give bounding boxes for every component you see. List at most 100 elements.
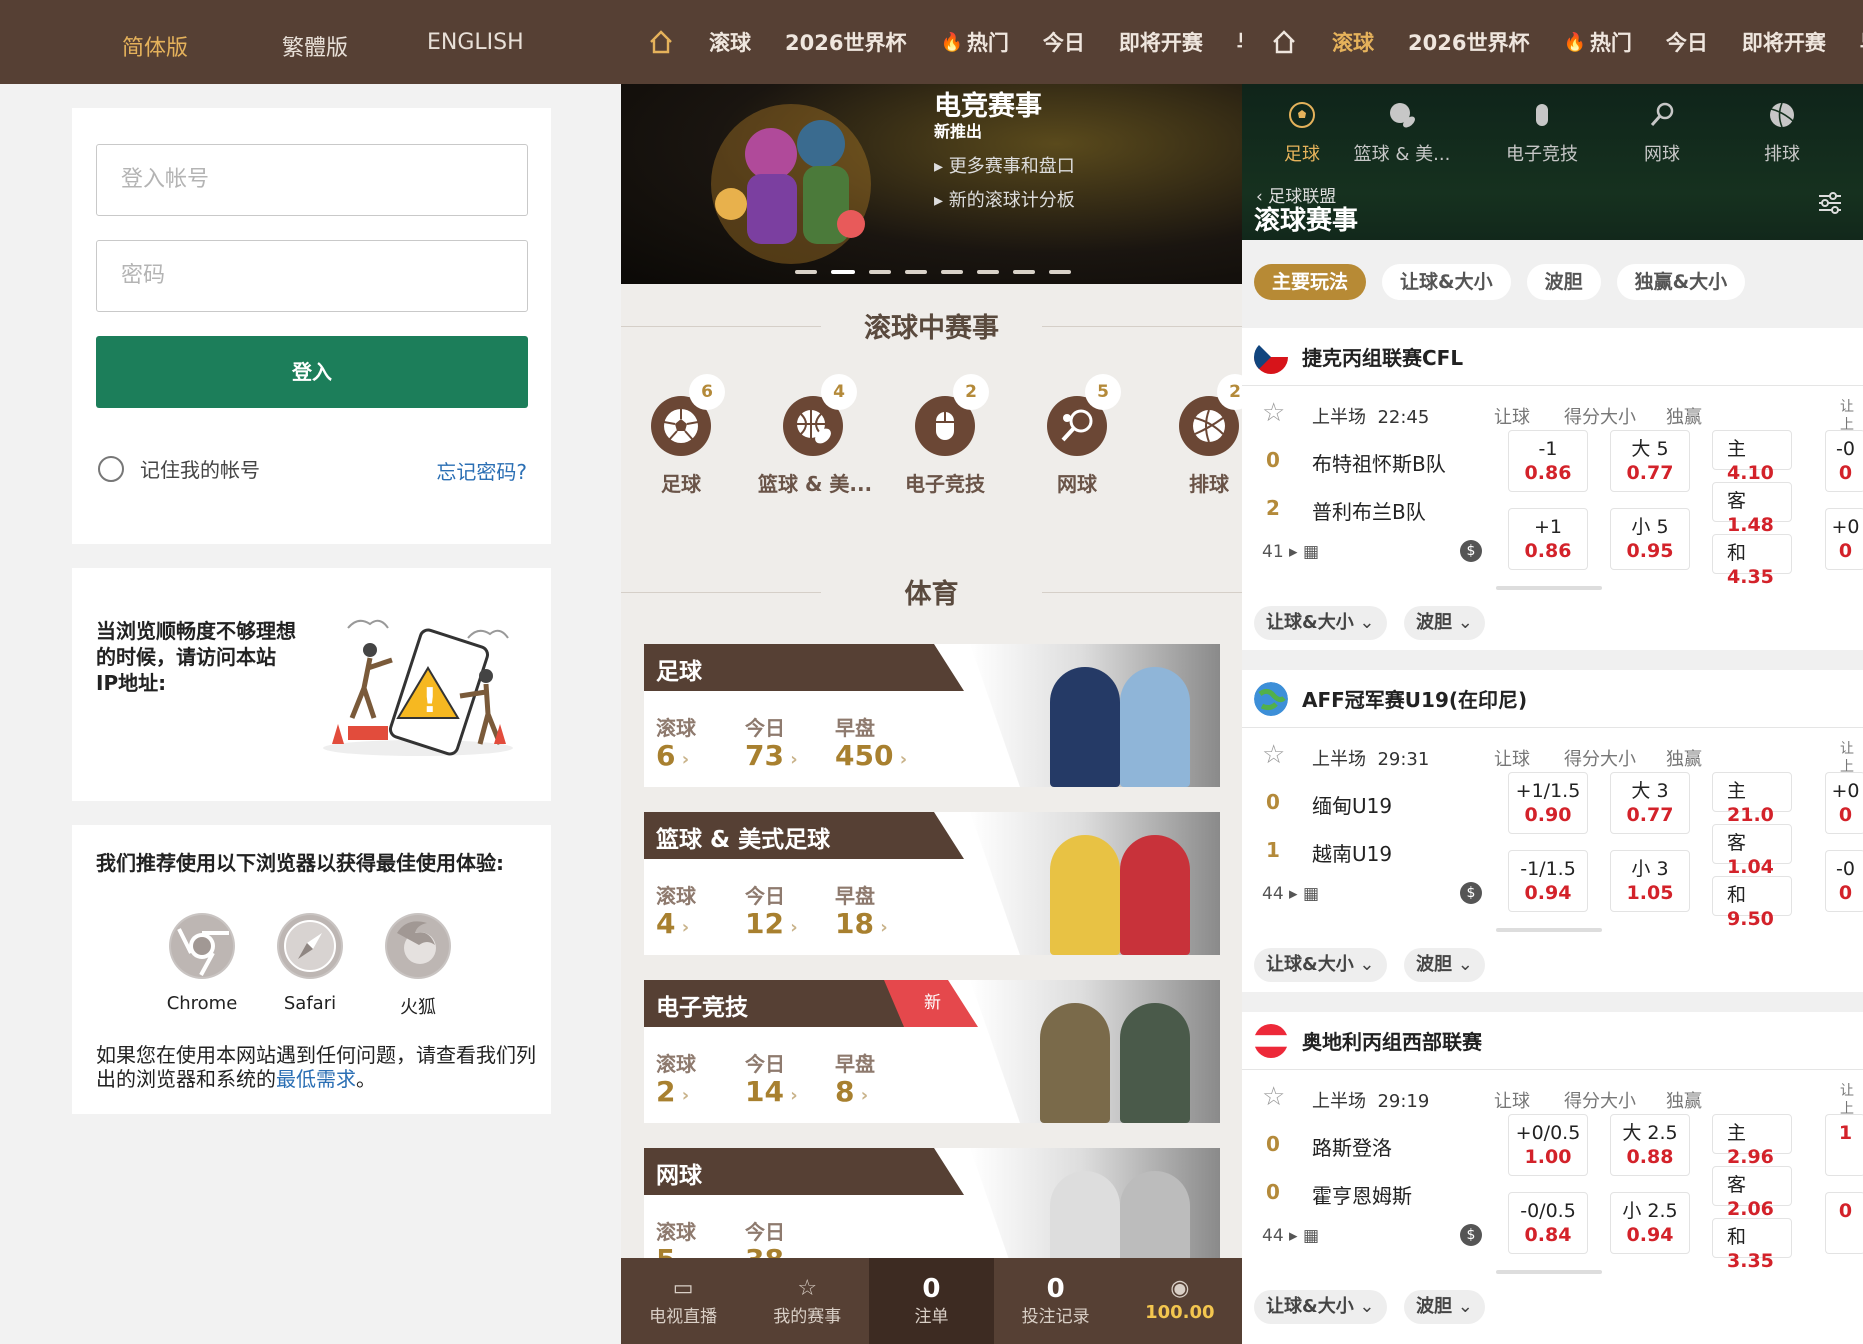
more-markets[interactable]: 44 ▸ ▦ (1262, 1226, 1319, 1246)
sports-section-title: 体育 (621, 572, 1242, 611)
carousel-dots[interactable] (795, 270, 1071, 274)
odds-extra-2[interactable]: -0 0 (1825, 850, 1863, 912)
nav-today[interactable]: 今日 (1666, 27, 1708, 57)
remember-radio[interactable] (98, 455, 124, 482)
odds-extra-1[interactable]: +0 0 (1825, 772, 1863, 834)
sport-card-esports[interactable]: 新 电子竞技 滚球2 今日14 早盘8 (644, 980, 1220, 1123)
home-icon[interactable] (647, 28, 675, 56)
chip-1x2-ou[interactable]: 独赢&大小 (1616, 264, 1746, 300)
browser-firefox[interactable]: 火狐 (373, 913, 463, 1019)
match-header: ☆ 上半场 29:31 让球 得分大小 独赢 让 上 (1242, 740, 1863, 775)
league-header[interactable]: 奥地利丙组西部联赛 (1242, 1012, 1863, 1070)
favorite-star-icon[interactable]: ☆ (1262, 740, 1285, 770)
odds-extra-2[interactable]: +0 0 (1825, 508, 1863, 570)
password-field[interactable]: 密码 (96, 240, 528, 312)
odds-scrollbar[interactable] (1496, 928, 1602, 932)
handicap-ou-dropdown[interactable]: 让球&大小 (1254, 606, 1387, 640)
odds-extra-1[interactable]: 1 (1825, 1114, 1863, 1176)
live-sport-volleyball[interactable]: 2 排球 (1154, 374, 1242, 497)
odds-under[interactable]: 小 2.5 0.94 (1610, 1192, 1690, 1254)
bet-slip-button[interactable]: 0注单 (869, 1258, 994, 1344)
tab-volleyball[interactable]: 排球 (1722, 100, 1842, 166)
odds-home-win[interactable]: 主2.96 (1712, 1114, 1792, 1168)
browser-safari[interactable]: Safari (265, 913, 355, 1014)
browser-chrome[interactable]: Chrome (157, 913, 247, 1014)
nav-hot[interactable]: 🔥 热门 (940, 27, 1008, 57)
chip-correct-score[interactable]: 波胆 (1526, 264, 1601, 300)
live-sport-tennis[interactable]: 5 网球 (1022, 374, 1132, 497)
live-sport-soccer[interactable]: 6 足球 (626, 374, 736, 497)
sport-card-soccer[interactable]: 足球 滚球6 今日73 早盘450 (644, 644, 1220, 787)
lang-english[interactable]: ENGLISH (427, 30, 524, 55)
tab-basketball[interactable]: 篮球 & 美... (1342, 100, 1462, 166)
handicap-ou-dropdown[interactable]: 让球&大小 (1254, 948, 1387, 982)
live-sport-basketball[interactable]: 4 篮球 & 美... (758, 374, 872, 497)
odds-handicap-away[interactable]: -1/1.5 0.94 (1508, 850, 1588, 912)
handicap-ou-dropdown[interactable]: 让球&大小 (1254, 1290, 1387, 1324)
sport-card-basketball[interactable]: 篮球 & 美式足球 滚球4 今日12 早盘18 (644, 812, 1220, 955)
filter-settings-icon[interactable] (1817, 190, 1843, 216)
odds-scrollbar[interactable] (1496, 1270, 1602, 1274)
tv-live-button[interactable]: ▭电视直播 (621, 1258, 745, 1344)
correct-score-dropdown[interactable]: 波胆 (1404, 948, 1485, 982)
odds-handicap-home[interactable]: -1 0.86 (1508, 430, 1588, 492)
favorite-star-icon[interactable]: ☆ (1262, 1082, 1285, 1112)
balance-button[interactable]: ◉100.00 (1118, 1258, 1242, 1344)
odds-over[interactable]: 大 2.5 0.88 (1610, 1114, 1690, 1176)
chip-handicap-ou[interactable]: 让球&大小 (1382, 264, 1511, 300)
flame-icon: 🔥 (940, 31, 963, 53)
home-icon[interactable] (1270, 28, 1298, 56)
my-events-button[interactable]: ☆我的赛事 (745, 1258, 869, 1344)
remember-account[interactable]: 记住我的帐号 (98, 454, 260, 483)
odds-draw[interactable]: 和3.35 (1712, 1218, 1792, 1272)
odds-extra-2[interactable]: 0 (1825, 1192, 1863, 1254)
correct-score-dropdown[interactable]: 波胆 (1404, 606, 1485, 640)
odds-over[interactable]: 大 3 0.77 (1610, 772, 1690, 834)
odds-extra-1[interactable]: -0 0 (1825, 430, 1863, 492)
odds-handicap-home[interactable]: +0/0.5 1.00 (1508, 1114, 1588, 1176)
min-requirements-link[interactable]: 最低需求 (276, 1067, 356, 1091)
league-header[interactable]: 捷克丙组联赛CFL (1242, 328, 1863, 386)
odds-handicap-away[interactable]: -0/0.5 0.84 (1508, 1192, 1588, 1254)
more-markets[interactable]: 44 ▸ ▦ (1262, 884, 1319, 904)
correct-score-dropdown[interactable]: 波胆 (1404, 1290, 1485, 1324)
esports-banner[interactable]: 电竞赛事 新推出 ▸ 更多赛事和盘口 ▸ 新的滚球计分板 (621, 84, 1242, 284)
bet-history-button[interactable]: 0投注记录 (994, 1258, 1118, 1344)
odds-draw[interactable]: 和9.50 (1712, 876, 1792, 930)
nav-live[interactable]: 滚球 (709, 27, 751, 57)
favorite-star-icon[interactable]: ☆ (1262, 398, 1285, 428)
nav-worldcup[interactable]: 2026世界杯 (785, 27, 906, 57)
sport-card-title: 电子竞技 (656, 995, 748, 1021)
odds-away-win[interactable]: 客1.48 (1712, 482, 1792, 536)
odds-home-win[interactable]: 主21.0 (1712, 772, 1792, 826)
odds-under[interactable]: 小 3 1.05 (1610, 850, 1690, 912)
more-markets[interactable]: 41 ▸ ▦ (1262, 542, 1319, 562)
odds-over[interactable]: 大 5 0.77 (1610, 430, 1690, 492)
chip-main[interactable]: 主要玩法 (1254, 264, 1367, 300)
odds-under[interactable]: 小 5 0.95 (1610, 508, 1690, 570)
odds-home-win[interactable]: 主4.10 (1712, 430, 1792, 484)
scoreboard-icon: ▦ (1302, 542, 1320, 562)
nav-upcoming[interactable]: 即将开赛 (1742, 27, 1826, 57)
match-header: ☆ 上半场 29:19 让球 得分大小 独赢 让 上 (1242, 1082, 1863, 1117)
login-button[interactable]: 登入 (96, 336, 528, 408)
odds-handicap-away[interactable]: +1 0.86 (1508, 508, 1588, 570)
lang-traditional[interactable]: 繁體版 (282, 30, 348, 62)
odds-handicap-home[interactable]: +1/1.5 0.90 (1508, 772, 1588, 834)
odds-scrollbar[interactable] (1496, 586, 1602, 590)
tab-tennis[interactable]: 网球 (1602, 100, 1722, 166)
live-sport-esports[interactable]: 2 电子竞技 (890, 374, 1000, 497)
nav-upcoming[interactable]: 即将开赛 (1119, 27, 1203, 57)
odds-draw[interactable]: 和4.35 (1712, 534, 1792, 588)
league-header[interactable]: AFF冠军赛U19(在印尼) (1242, 670, 1863, 728)
account-field[interactable]: 登入帐号 (96, 144, 528, 216)
nav-live[interactable]: 滚球 (1332, 27, 1374, 57)
lang-simplified[interactable]: 简体版 (122, 30, 188, 62)
nav-worldcup[interactable]: 2026世界杯 (1408, 27, 1529, 57)
nav-today[interactable]: 今日 (1043, 27, 1085, 57)
odds-away-win[interactable]: 客2.06 (1712, 1166, 1792, 1220)
forgot-password-link[interactable]: 忘记密码? (436, 456, 527, 485)
tab-esports[interactable]: 电子竞技 (1482, 100, 1602, 166)
nav-hot[interactable]: 🔥 热门 (1563, 27, 1631, 57)
odds-away-win[interactable]: 客1.04 (1712, 824, 1792, 878)
